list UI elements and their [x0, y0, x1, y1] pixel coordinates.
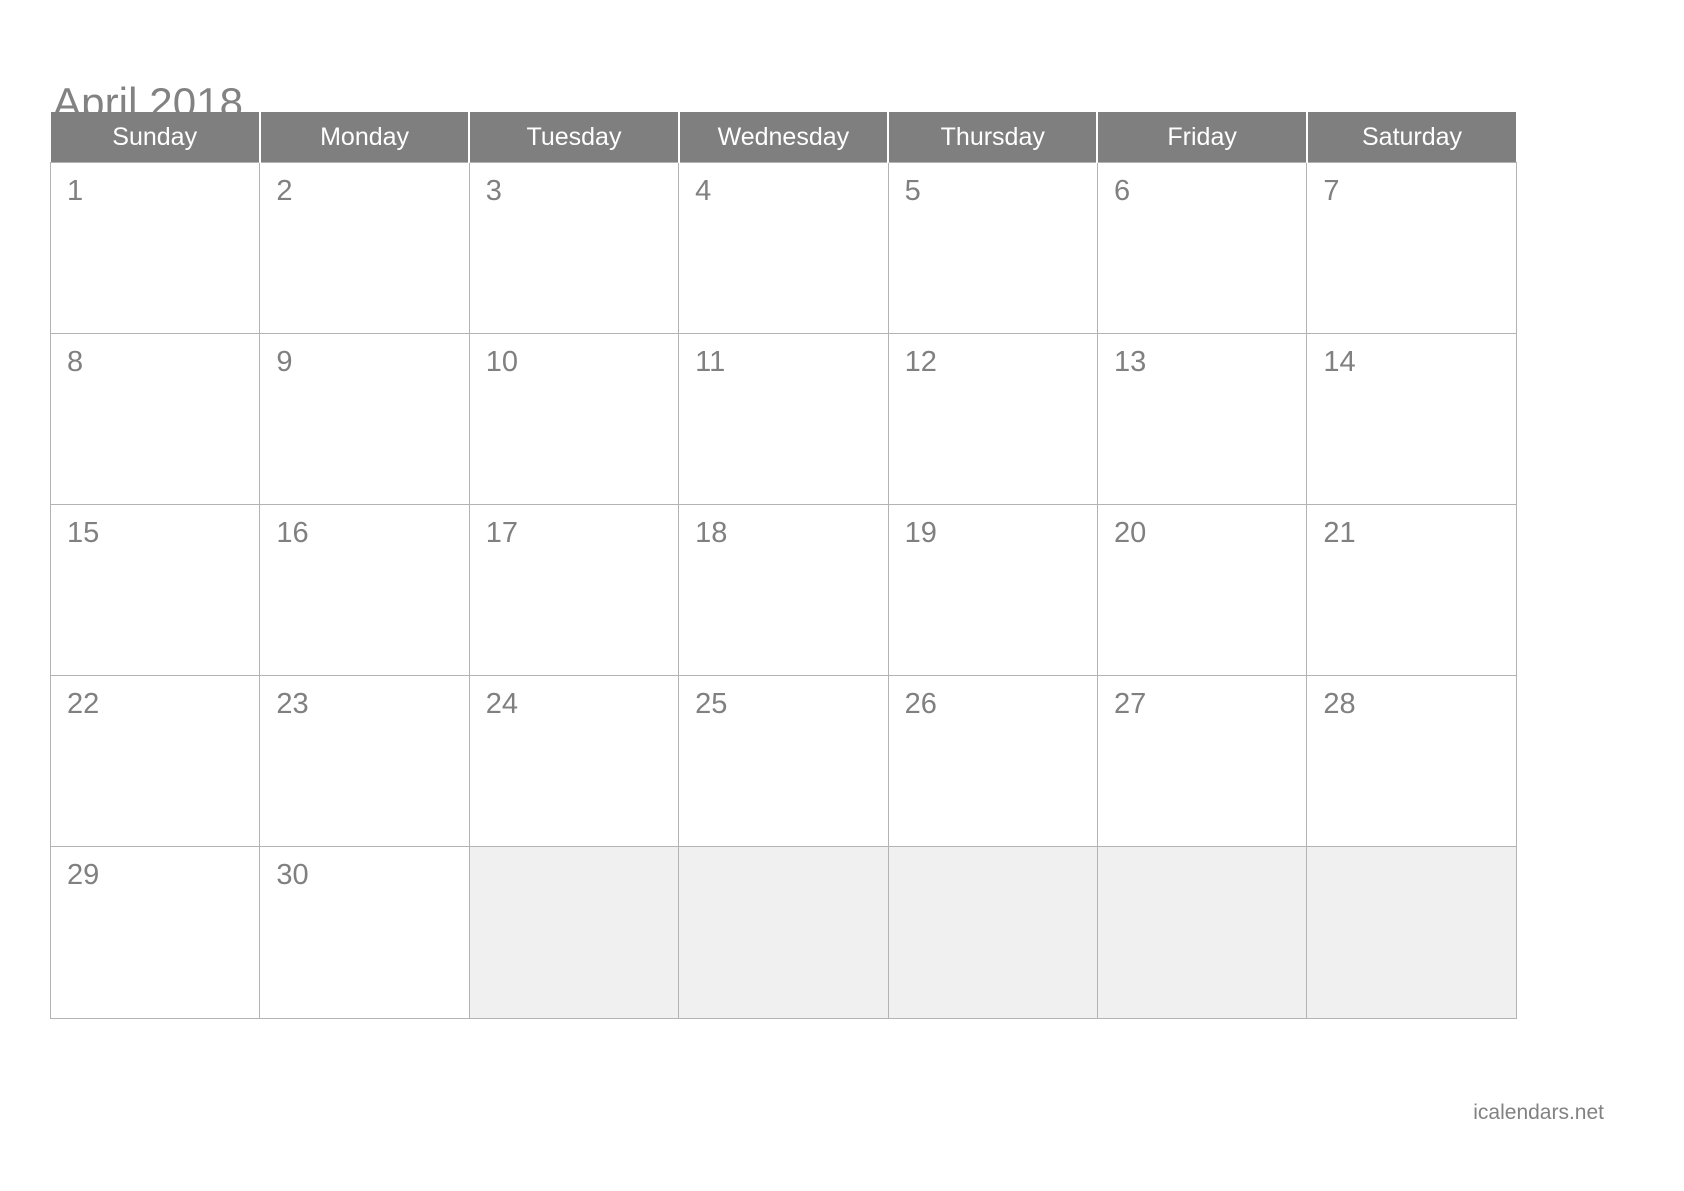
- day-number: 22: [67, 688, 100, 720]
- day-cell[interactable]: 24: [468, 675, 680, 847]
- day-number: 11: [695, 346, 726, 378]
- day-number: 23: [276, 688, 309, 720]
- day-cell[interactable]: 30: [259, 846, 470, 1019]
- day-cell[interactable]: 6: [1096, 162, 1308, 334]
- day-cell[interactable]: 3: [468, 162, 680, 334]
- day-number: 26: [904, 688, 937, 720]
- calendar-week-row: 8 9 10 11 12 13 14: [49, 333, 1517, 505]
- day-cell[interactable]: 22: [49, 675, 261, 847]
- day-cell[interactable]: 2: [259, 162, 470, 334]
- day-cell-empty: [468, 846, 680, 1019]
- day-number: 14: [1323, 346, 1356, 378]
- weekday-header-row: Sunday Monday Tuesday Wednesday Thursday…: [50, 112, 1517, 163]
- day-cell[interactable]: 28: [1306, 675, 1517, 847]
- weekday-header-friday: Friday: [1096, 112, 1307, 163]
- day-cell-empty: [678, 846, 889, 1019]
- day-cell[interactable]: 8: [49, 333, 261, 505]
- day-number: 12: [904, 346, 937, 378]
- day-number: 16: [276, 517, 309, 549]
- day-cell[interactable]: 27: [1096, 675, 1308, 847]
- day-number: 10: [485, 346, 519, 378]
- day-number: 25: [695, 688, 728, 720]
- day-cell-empty: [1096, 846, 1308, 1019]
- day-cell[interactable]: 25: [678, 675, 889, 847]
- day-number: 29: [67, 859, 100, 891]
- day-number: 9: [276, 346, 293, 378]
- day-number: 20: [1113, 517, 1147, 549]
- day-cell[interactable]: 4: [678, 162, 889, 334]
- day-cell-empty: [1306, 846, 1517, 1019]
- day-number: 17: [485, 517, 519, 549]
- calendar-table: Sunday Monday Tuesday Wednesday Thursday…: [49, 112, 1517, 1019]
- day-cell[interactable]: 18: [678, 504, 889, 676]
- calendar-week-row: 1 2 3 4 5 6 7: [49, 162, 1517, 334]
- day-number: 24: [485, 688, 519, 720]
- weekday-header-thursday: Thursday: [887, 112, 1098, 163]
- day-number: 19: [904, 517, 937, 549]
- calendar-week-row: 15 16 17 18 19 20 21: [49, 504, 1517, 676]
- day-number: 7: [1323, 175, 1340, 207]
- day-cell[interactable]: 11: [678, 333, 889, 505]
- day-cell[interactable]: 7: [1306, 162, 1517, 334]
- calendar-week-row: 29 30: [49, 846, 1517, 1019]
- day-number: 6: [1113, 175, 1131, 207]
- day-cell[interactable]: 26: [887, 675, 1098, 847]
- weekday-header-saturday: Saturday: [1305, 112, 1517, 163]
- day-cell[interactable]: 21: [1306, 504, 1517, 676]
- day-number: 18: [695, 517, 728, 549]
- day-number: 1: [67, 175, 84, 207]
- calendar-page: April 2018 Sunday Monday Tuesday Wednesd…: [0, 0, 1684, 1191]
- weekday-header-monday: Monday: [258, 112, 470, 163]
- day-number: 4: [695, 175, 712, 207]
- day-number: 5: [904, 175, 921, 207]
- day-number: 8: [67, 346, 84, 378]
- site-watermark: icalendars.net: [1473, 1101, 1604, 1124]
- calendar-header-row-group: Sunday Monday Tuesday Wednesday Thursday…: [50, 112, 1517, 163]
- day-cell[interactable]: 29: [49, 846, 261, 1019]
- day-cell[interactable]: 23: [259, 675, 470, 847]
- day-cell[interactable]: 20: [1096, 504, 1308, 676]
- weekday-header-tuesday: Tuesday: [468, 112, 679, 163]
- day-cell[interactable]: 5: [887, 162, 1098, 334]
- day-number: 21: [1323, 517, 1356, 549]
- calendar-grid-wrapper: Sunday Monday Tuesday Wednesday Thursday…: [49, 112, 1517, 1019]
- day-number: 13: [1113, 346, 1147, 378]
- day-cell[interactable]: 12: [887, 333, 1098, 505]
- day-number: 28: [1323, 688, 1356, 720]
- day-cell[interactable]: 9: [259, 333, 470, 505]
- day-cell[interactable]: 1: [49, 162, 261, 334]
- calendar-week-row: 22 23 24 25 26 27 28: [49, 675, 1517, 847]
- day-number: 15: [67, 517, 100, 549]
- calendar-body: 1 2 3 4 5 6 7 8 9 10 11 12 13 14 15 16 1…: [49, 162, 1517, 1019]
- day-number: 3: [485, 175, 502, 207]
- weekday-header-sunday: Sunday: [50, 112, 260, 163]
- day-number: 2: [276, 175, 293, 207]
- day-cell[interactable]: 10: [468, 333, 680, 505]
- day-cell[interactable]: 15: [49, 504, 261, 676]
- day-number: 27: [1113, 688, 1147, 720]
- day-cell[interactable]: 14: [1306, 333, 1517, 505]
- day-cell[interactable]: 19: [887, 504, 1098, 676]
- day-number: 30: [276, 859, 309, 891]
- weekday-header-wednesday: Wednesday: [677, 112, 889, 163]
- day-cell[interactable]: 16: [259, 504, 470, 676]
- day-cell[interactable]: 17: [468, 504, 680, 676]
- day-cell[interactable]: 13: [1096, 333, 1308, 505]
- day-cell-empty: [887, 846, 1098, 1019]
